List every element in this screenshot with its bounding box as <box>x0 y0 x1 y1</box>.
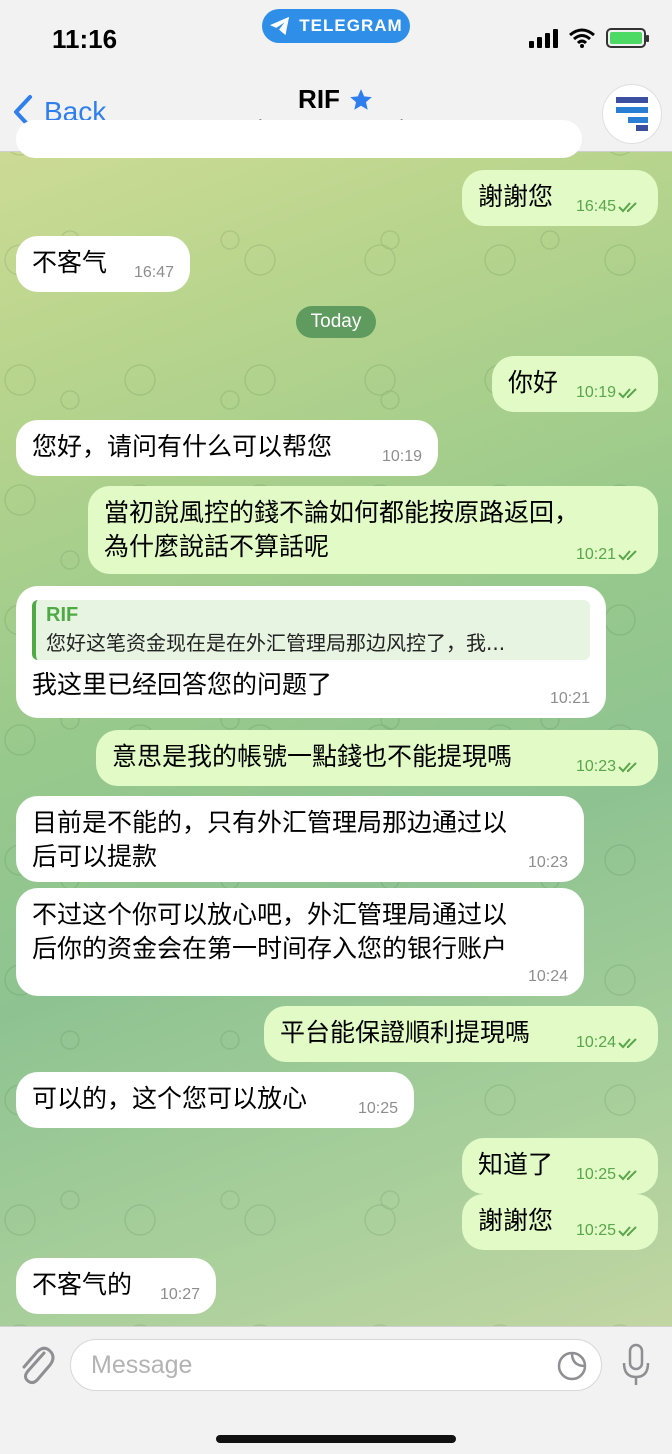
message-time: 10:23 <box>575 758 616 775</box>
message-bubble-incoming-reply[interactable]: RIF 您好这笔资金现在是在外汇管理局那边风控了，我... 我这里已经回答您的问… <box>16 586 606 718</box>
message-text: 我这里已经回答您的问题了 <box>32 670 333 699</box>
telegram-pill-label: TELEGRAM <box>299 16 403 35</box>
microphone-icon[interactable] <box>620 1343 652 1387</box>
message-bubble-incoming[interactable]: 不客气 16:47 <box>16 236 190 292</box>
message-time: 16:47 <box>133 264 174 281</box>
chat-title: RIF <box>298 84 340 114</box>
message-time: 10:19 <box>575 384 616 401</box>
message-text: 你好 <box>508 368 559 397</box>
message-bubble-outgoing[interactable]: 當初說風控的錢不論如何都能按原路返回， 為什麼說話不算話呢 10:21 <box>88 486 658 574</box>
quoted-text: 您好这笔资金现在是在外汇管理局那边风控了，我... <box>46 631 506 655</box>
message-bubble-outgoing[interactable]: 謝謝您 10:25 <box>462 1194 658 1250</box>
double-check-icon <box>618 388 637 399</box>
double-check-icon <box>618 762 637 773</box>
message-bubble-outgoing[interactable]: 知道了 10:25 <box>462 1138 658 1194</box>
message-bubble-outgoing[interactable]: 謝謝您 16:45 <box>462 170 658 226</box>
message-time: 10:27 <box>159 1286 200 1303</box>
message-time: 10:25 <box>575 1166 616 1183</box>
message-text-line: 目前是不能的，只有外汇管理局那边通过以 <box>32 808 508 837</box>
message-time: 10:25 <box>575 1222 616 1239</box>
message-input-container <box>70 1339 602 1391</box>
double-check-icon <box>618 1226 637 1237</box>
message-text: 可以的，这个您可以放心 <box>32 1084 308 1113</box>
message-bubble-incoming[interactable]: 不客气的 10:27 <box>16 1258 216 1314</box>
message-text-line: 不过这个你可以放心吧，外汇管理局通过以 <box>32 900 508 929</box>
message-text: 謝謝您 <box>478 1206 554 1235</box>
message-time: 10:21 <box>549 690 590 707</box>
message-text: 您好，请问有什么可以帮您 <box>32 432 333 461</box>
battery-charging-icon <box>606 28 649 48</box>
message-text: 意思是我的帳號一點錢也不能提現嗎 <box>112 742 513 771</box>
message-text-line: 后可以提款 <box>32 842 158 871</box>
message-text: 不客气的 <box>32 1270 133 1299</box>
message-time: 10:19 <box>381 448 422 465</box>
wifi-icon <box>569 28 595 48</box>
message-text: 謝謝您 <box>478 182 554 211</box>
double-check-icon <box>618 202 637 213</box>
message-bubble-outgoing[interactable]: 平台能保證順利提現嗎 10:24 <box>264 1006 658 1062</box>
partial-message-bubble <box>16 120 582 158</box>
message-time: 10:25 <box>357 1100 398 1117</box>
message-text-line: 后你的资金会在第一时间存入您的银行账户 <box>32 934 508 963</box>
double-check-icon <box>618 550 637 561</box>
message-input[interactable] <box>91 1340 531 1390</box>
status-time: 11:16 <box>52 24 118 54</box>
rif-logo-icon <box>616 97 648 131</box>
day-separator: Today <box>296 306 376 338</box>
message-text: 平台能保證順利提現嗎 <box>280 1018 531 1047</box>
quoted-author: RIF <box>46 604 79 626</box>
message-bubble-incoming[interactable]: 不过这个你可以放心吧，外汇管理局通过以 后你的资金会在第一时间存入您的银行账户 … <box>16 888 584 996</box>
double-check-icon <box>618 1170 637 1181</box>
message-text-line: 當初說風控的錢不論如何都能按原路返回， <box>104 498 580 527</box>
quoted-reply[interactable]: RIF 您好这笔资金现在是在外汇管理局那边风控了，我... <box>32 600 590 660</box>
message-time: 10:21 <box>575 546 616 563</box>
telegram-plane-icon <box>270 16 290 36</box>
avatar[interactable] <box>602 84 662 144</box>
paperclip-icon[interactable] <box>16 1341 56 1389</box>
message-bubble-incoming[interactable]: 目前是不能的，只有外汇管理局那边通过以 后可以提款 10:23 <box>16 796 584 882</box>
double-check-icon <box>618 1038 637 1049</box>
home-indicator[interactable] <box>216 1435 456 1443</box>
premium-star-icon <box>350 88 372 110</box>
status-icons <box>529 28 649 48</box>
message-text: 不客气 <box>32 248 108 277</box>
message-time: 10:24 <box>527 968 568 985</box>
message-bubble-outgoing[interactable]: 意思是我的帳號一點錢也不能提現嗎 10:23 <box>96 730 658 786</box>
cellular-signal-icon <box>529 28 558 48</box>
message-text: 知道了 <box>478 1150 554 1179</box>
message-time: 10:23 <box>527 854 568 871</box>
status-bar: 11:16 TELEGRAM <box>0 0 672 80</box>
sticker-icon[interactable] <box>557 1351 587 1381</box>
message-bubble-outgoing[interactable]: 你好 10:19 <box>492 356 658 412</box>
message-text-line: 為什麼說話不算話呢 <box>104 532 330 561</box>
message-bubble-incoming[interactable]: 可以的，这个您可以放心 10:25 <box>16 1072 414 1128</box>
message-bubble-incoming[interactable]: 您好，请问有什么可以帮您 10:19 <box>16 420 438 476</box>
message-time: 16:45 <box>575 198 616 215</box>
message-time: 10:24 <box>575 1034 616 1051</box>
telegram-pill[interactable]: TELEGRAM <box>262 9 410 43</box>
